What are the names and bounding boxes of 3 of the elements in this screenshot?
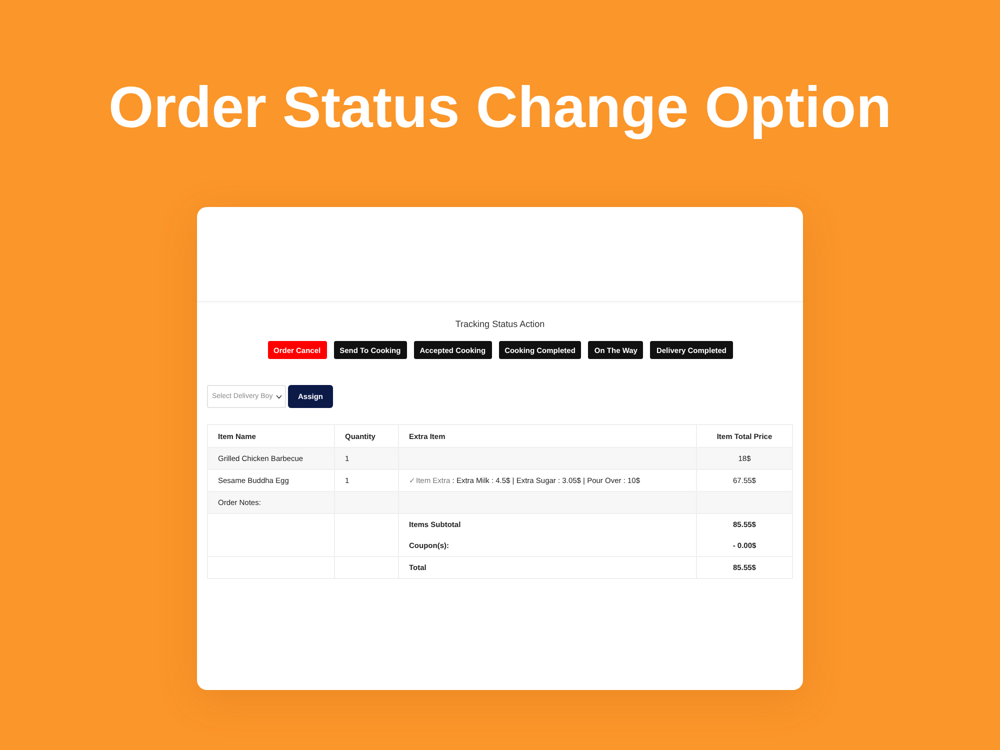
section-title: Tracking Status Action bbox=[455, 318, 545, 330]
page-headline: Order Status Change Option bbox=[108, 76, 892, 140]
chevron-down-icon bbox=[276, 394, 282, 398]
